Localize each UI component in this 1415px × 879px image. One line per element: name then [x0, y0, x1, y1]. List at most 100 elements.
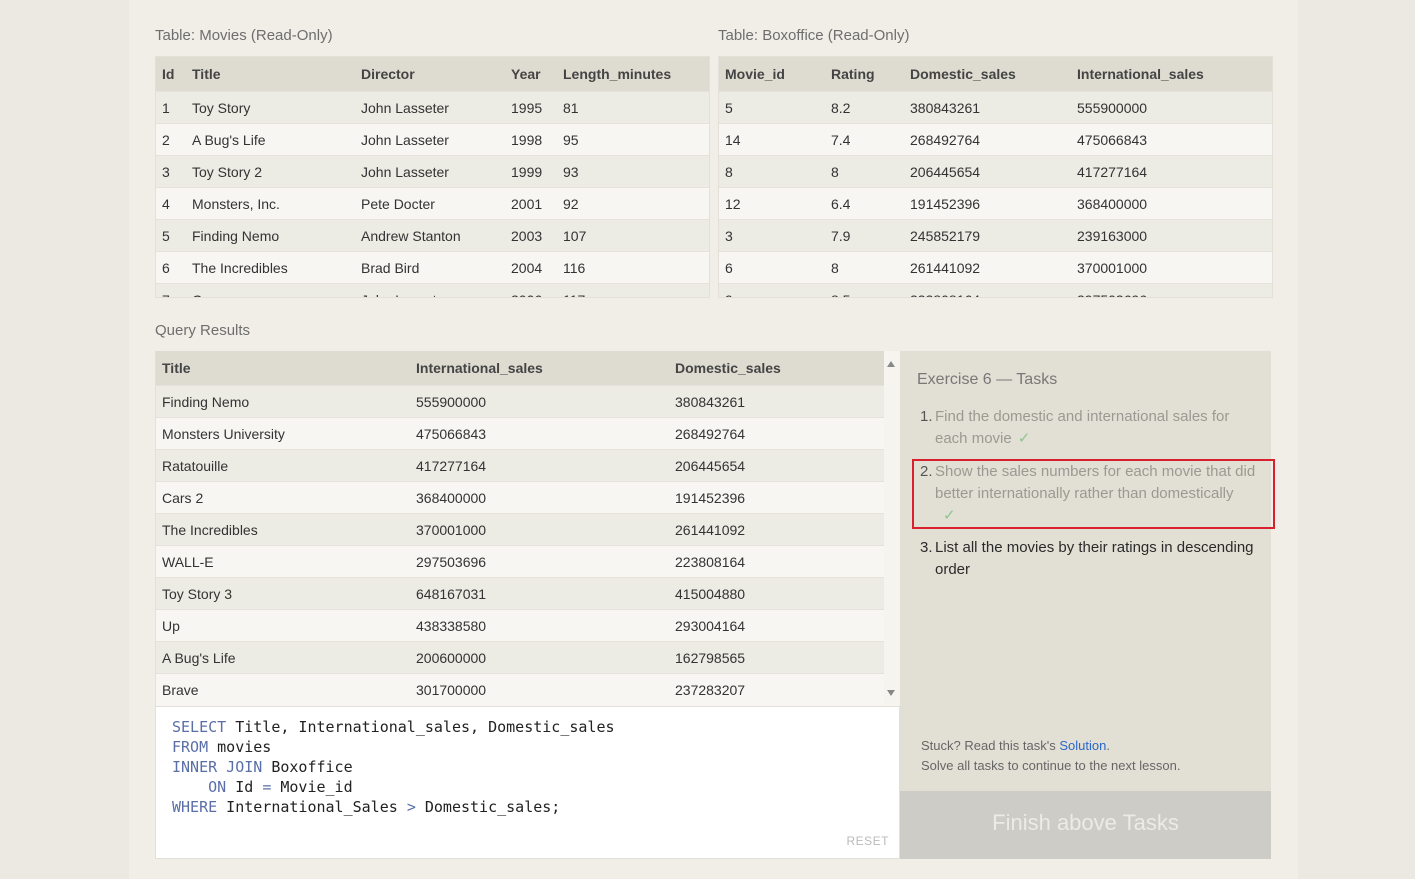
table-cell: 4	[156, 187, 186, 220]
sql-code[interactable]: SELECT Title, International_sales, Domes…	[172, 717, 615, 817]
boxoffice_table-header-1: Rating	[825, 57, 904, 92]
sql-keyword: FROM	[172, 738, 209, 756]
table-cell: 116	[557, 251, 709, 284]
table-cell: 6	[719, 251, 825, 284]
movies_table-header-4: Length_minutes	[557, 57, 709, 92]
table-cell: 297503696	[410, 545, 669, 578]
table-cell: Finding Nemo	[156, 385, 410, 418]
sql-token: Title, International_sales, Domestic_sal…	[226, 718, 615, 736]
table-cell: Ratatouille	[156, 449, 410, 482]
table-cell: 261441092	[669, 513, 885, 546]
sql-token: Id	[226, 778, 263, 796]
table-cell: A Bug's Life	[186, 123, 355, 156]
table-cell: 162798565	[669, 641, 885, 674]
table-cell: 191452396	[904, 187, 1071, 220]
table-cell: A Bug's Life	[156, 641, 410, 674]
table-cell: 2003	[505, 219, 557, 252]
table-cell: Toy Story 2	[186, 155, 355, 188]
table-cell: 417277164	[1071, 155, 1272, 188]
boxoffice_table-header-2: Domestic_sales	[904, 57, 1071, 92]
tasks-title: Exercise 6 — Tasks	[917, 371, 1058, 388]
table-cell: 370001000	[410, 513, 669, 546]
table-cell: 415004880	[669, 577, 885, 610]
results-header-1: International_sales	[410, 351, 669, 386]
table-cell: John Lasseter	[355, 123, 505, 156]
table-cell: 6.4	[825, 187, 904, 220]
reset-button[interactable]: RESET	[846, 834, 889, 848]
table-cell: Toy Story 3	[156, 577, 410, 610]
table-cell: 95	[557, 123, 709, 156]
table-row: Ratatouille 417277164 206445654	[156, 449, 885, 482]
task-text: Find the domestic and international sale…	[935, 408, 1230, 447]
table-cell: 1995	[505, 91, 557, 124]
boxoffice-table[interactable]: Movie_id Rating Domestic_sales Internationa…	[718, 56, 1273, 298]
sql-keyword: WHERE	[172, 798, 218, 816]
table-row: 14 7.4 268492764 475066843	[719, 123, 1272, 156]
table-cell: 2001	[505, 187, 557, 220]
table-cell: 81	[557, 91, 709, 124]
boxoffice_table-header-3: International_sales	[1071, 57, 1272, 92]
table-cell: 368400000	[1071, 187, 1272, 220]
sql-token: Boxoffice	[262, 758, 353, 776]
results-scrollbar[interactable]	[884, 351, 900, 706]
table-row: 8 8 206445654 417277164	[719, 155, 1272, 188]
table-row: 98.5223808164297503696	[719, 283, 1272, 297]
table-cell: John Lasseter	[355, 155, 505, 188]
table-cell: Brad Bird	[355, 251, 505, 284]
table-row: 2A Bug's Life John Lasseter 1998 95	[156, 123, 709, 156]
checkmark-icon: ✓	[1017, 430, 1031, 447]
table-row: Cars 2 368400000 191452396	[156, 481, 885, 514]
table-row: A Bug's Life 200600000 162798565	[156, 641, 885, 674]
results-header-0: Title	[156, 351, 410, 386]
table-cell: 555900000	[1071, 91, 1272, 124]
table-cell: John Lasseter	[355, 91, 505, 124]
table-cell: 370001000	[1071, 251, 1272, 284]
sql-keyword: =	[262, 778, 272, 796]
task-number: 1.	[920, 408, 933, 425]
sql-token: International_Sales	[217, 798, 407, 816]
table-row: 7CarsJohn Lasseter2006117	[156, 283, 709, 297]
table-cell: 191452396	[669, 481, 885, 514]
table-row: Finding Nemo 555900000 380843261	[156, 385, 885, 418]
sql-token: movies	[208, 738, 272, 756]
sql-token: Movie_id	[271, 778, 353, 796]
table-cell: Monsters, Inc.	[186, 187, 355, 220]
movies_table-header-2: Director	[355, 57, 505, 92]
table-cell: 261441092	[904, 251, 1071, 284]
table-cell: 648167031	[410, 577, 669, 610]
table-cell: 268492764	[669, 417, 885, 450]
table-cell: 237283207	[669, 673, 885, 705]
table-cell: 268492764	[904, 123, 1071, 156]
task-highlight-box	[912, 459, 1275, 529]
table-cell: 8.2	[825, 91, 904, 124]
table-cell: 245852179	[904, 219, 1071, 252]
table-cell: The Incredibles	[156, 513, 410, 546]
table-row: 4 Monsters, Inc. Pete Docter 2001 92	[156, 187, 709, 220]
query-results-table[interactable]: Title International_sales Domestic_sales F…	[155, 351, 901, 706]
movies-table[interactable]: Id Title Director Year Length_minutes 1 Toy S…	[155, 56, 710, 298]
sql-keyword: SELECT	[172, 718, 227, 736]
table-cell: 555900000	[410, 385, 669, 418]
solution-link[interactable]: Solution	[1059, 738, 1106, 753]
table-row: 5 Finding Nemo Andrew Stanton 2003 107	[156, 219, 709, 252]
table-row: 3 7.9 245852179 239163000	[719, 219, 1272, 252]
table-row: 6 The Incredibles Brad Bird 2004 116	[156, 251, 709, 284]
finish-tasks-button[interactable]: Finish above Tasks	[900, 791, 1271, 859]
table-cell: Pete Docter	[355, 187, 505, 220]
task-item-3: 3. List all the movies by their ratings i…	[920, 537, 1265, 581]
table-cell: 438338580	[410, 609, 669, 642]
table-cell: 223808164	[904, 283, 1071, 297]
scroll-up-arrow-icon[interactable]	[887, 361, 895, 367]
table-cell: 1999	[505, 155, 557, 188]
table-cell: 9	[719, 283, 825, 297]
help-text: Stuck? Read this task's Solution. Solve …	[921, 736, 1180, 776]
table-cell: 1998	[505, 123, 557, 156]
table-cell: Brave	[156, 673, 410, 705]
table-cell: 1	[156, 91, 186, 124]
scroll-down-arrow-icon[interactable]	[887, 690, 895, 696]
table-cell: 6	[156, 251, 186, 284]
sql-editor[interactable]: SELECT Title, International_sales, Domes…	[155, 706, 900, 859]
movies-table-label: Table: Movies (Read-Only)	[155, 27, 333, 44]
table-cell: 8.5	[825, 283, 904, 297]
table-row: Up 438338580 293004164	[156, 609, 885, 642]
